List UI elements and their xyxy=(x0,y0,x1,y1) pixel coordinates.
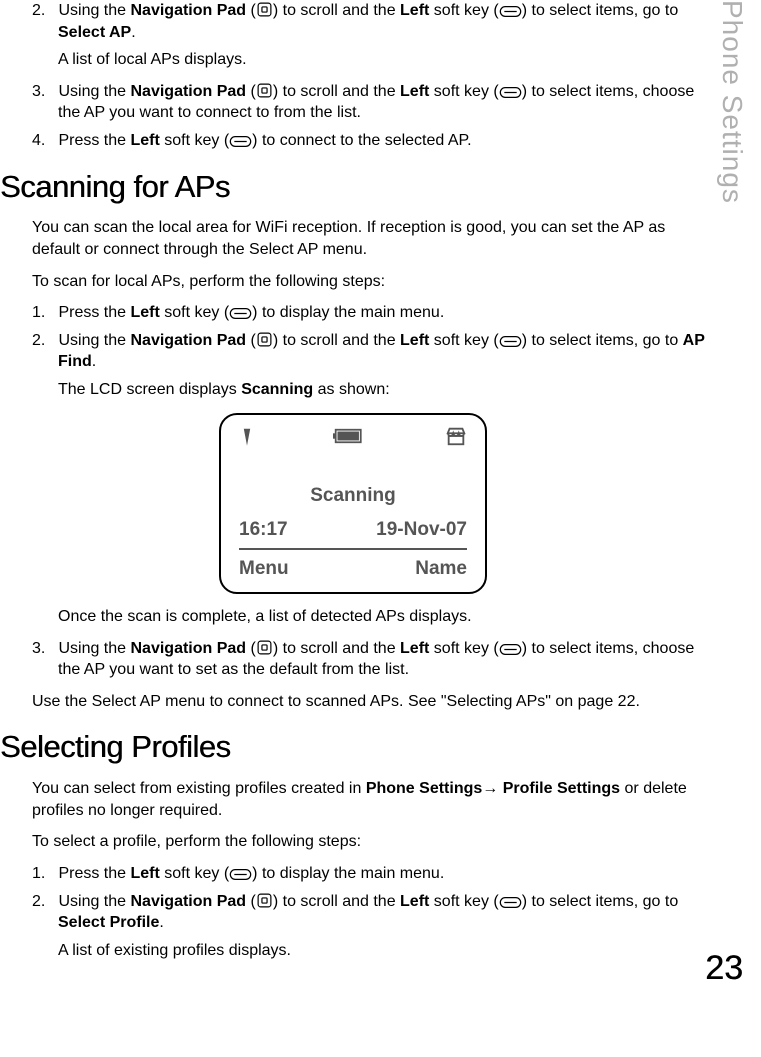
scan-intro: You can scan the local area for WiFi rec… xyxy=(0,217,706,260)
navpad-icon xyxy=(256,82,273,99)
top-step-2: 2. Using the Navigation Pad () to scroll… xyxy=(0,0,706,43)
profiles-step-2: 2. Using the Navigation Pad () to scroll… xyxy=(0,891,706,934)
lcd-screen: Scanning 16:17 19-Nov-07 Menu Name xyxy=(219,413,487,595)
profiles-intro: You can select from existing profiles cr… xyxy=(0,778,706,821)
softkey-icon xyxy=(499,5,522,18)
softkey-icon xyxy=(229,135,252,148)
top-step-2-sub: A list of local APs displays. xyxy=(0,49,706,71)
lcd-softkeys: Menu Name xyxy=(239,556,467,582)
store-icon xyxy=(445,425,467,454)
scan-step-2: 2. Using the Navigation Pad () to scroll… xyxy=(0,330,706,373)
softkey-icon xyxy=(499,896,522,909)
top-step-3: 3. Using the Navigation Pad () to scroll… xyxy=(0,81,706,124)
lcd-time: 16:17 xyxy=(239,517,288,543)
arrow-icon: → xyxy=(482,780,498,797)
side-tab: Phone Settings xyxy=(713,0,751,204)
softkey-icon xyxy=(499,86,522,99)
lcd-soft-left: Menu xyxy=(239,556,289,582)
top-steps: 2. Using the Navigation Pad () to scroll… xyxy=(0,0,706,152)
scan-step-1: 1. Press the Left soft key () to display… xyxy=(0,302,706,324)
scan-after-lcd: Once the scan is complete, a list of det… xyxy=(0,606,706,628)
navpad-icon xyxy=(256,892,273,909)
profiles-step-2-sub: A list of existing profiles displays. xyxy=(0,940,706,962)
heading-scanning: Scanning for APs xyxy=(0,166,706,208)
scan-prompt: To scan for local APs, perform the follo… xyxy=(0,271,706,293)
lcd-datetime: 16:17 19-Nov-07 xyxy=(239,517,467,543)
profiles-step-1: 1. Press the Left soft key () to display… xyxy=(0,863,706,885)
softkey-icon xyxy=(499,643,522,656)
softkey-icon xyxy=(499,335,522,348)
navpad-icon xyxy=(256,639,273,656)
lcd-divider xyxy=(239,548,467,550)
battery-icon xyxy=(333,427,367,452)
scan-step-3: 3. Using the Navigation Pad () to scroll… xyxy=(0,638,706,681)
lcd-status-bar xyxy=(239,423,467,458)
lcd-date: 19-Nov-07 xyxy=(376,517,467,543)
softkey-icon xyxy=(229,307,252,320)
scan-steps: 1. Press the Left soft key () to display… xyxy=(0,302,706,681)
heading-profiles: Selecting Profiles xyxy=(0,726,706,768)
softkey-icon xyxy=(229,868,252,881)
navpad-icon xyxy=(256,1,273,18)
profiles-steps: 1. Press the Left soft key () to display… xyxy=(0,863,706,961)
page-number: 23 xyxy=(705,946,743,992)
lcd-soft-right: Name xyxy=(415,556,467,582)
top-step-4: 4. Press the Left soft key () to connect… xyxy=(0,130,706,152)
scan-step-2-sub: The LCD screen displays Scanning as show… xyxy=(0,379,706,401)
navpad-icon xyxy=(256,331,273,348)
lcd-center-text: Scanning xyxy=(239,483,467,509)
signal-icon xyxy=(239,425,255,454)
profiles-prompt: To select a profile, perform the followi… xyxy=(0,831,706,853)
scan-outro: Use the Select AP menu to connect to sca… xyxy=(0,691,706,713)
